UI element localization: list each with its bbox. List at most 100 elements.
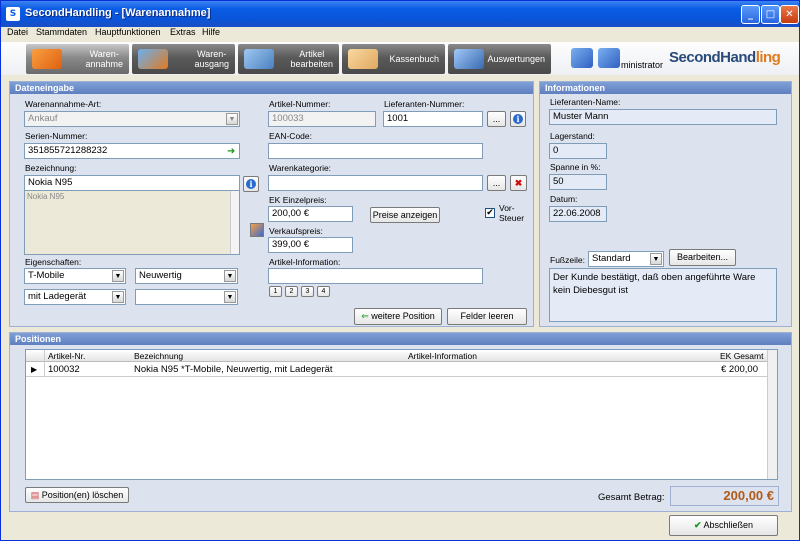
chevron-down-icon[interactable]: ▼ [226, 113, 238, 125]
bearbeiten-button[interactable]: Bearbeiten... [669, 249, 736, 266]
menu-extras[interactable]: Extras [170, 27, 196, 37]
positionen-loeschen-button[interactable]: ▤ Position(en) löschen [25, 487, 129, 503]
column-header[interactable]: EK Gesamt [720, 351, 763, 361]
column-header[interactable]: Artikel-Information [408, 351, 477, 361]
warenkategorie-input[interactable] [268, 175, 483, 191]
minimize-button[interactable]: _ [741, 5, 760, 24]
button-label: Abschließen [703, 520, 754, 530]
logo-text-accent: ling [755, 49, 781, 66]
abschliessen-button[interactable]: ✔ Abschließen [669, 515, 778, 536]
art-select[interactable]: Ankauf ▼ [24, 111, 240, 127]
bezeichnung-label: Bezeichnung: [25, 163, 77, 173]
artikelinfo-input[interactable] [268, 268, 483, 284]
column-header[interactable]: Bezeichnung [134, 351, 183, 361]
table-row[interactable]: ▶ 100032 Nokia N95 *T-Mobile, Neuwertig,… [26, 362, 777, 377]
user-switch-icon[interactable] [571, 48, 593, 68]
eigenschaft-1-select[interactable]: T-Mobile ▼ [24, 268, 126, 284]
toolbar-label: Auswertungen [487, 54, 545, 64]
select-value: T-Mobile [28, 270, 65, 281]
felder-leeren-button[interactable]: Felder leeren [447, 308, 527, 325]
chevron-down-icon[interactable]: ▼ [112, 291, 124, 303]
lieferantenname-field: Muster Mann [549, 109, 777, 125]
info-icon: i [513, 114, 523, 124]
lieferant-search-button[interactable]: ... [487, 111, 506, 127]
lagerstand-field: 0 [549, 143, 607, 159]
page-2-button[interactable]: 2 [285, 286, 298, 297]
panel-header: Informationen [540, 82, 791, 94]
page-4-button[interactable]: 4 [317, 286, 330, 297]
page-1-button[interactable]: 1 [269, 286, 282, 297]
toolbar-label: Waren- [89, 49, 119, 59]
select-value: mit Ladegerät [28, 291, 87, 302]
list-item[interactable]: Nokia N95 [27, 192, 64, 201]
dateneingabe-panel: Dateneingabe Warenannahme-Art: Ankauf ▼ S… [9, 81, 534, 327]
admin-icon[interactable] [598, 48, 620, 68]
ean-input[interactable] [268, 143, 483, 159]
preise-anzeigen-button[interactable]: Preise anzeigen [370, 207, 440, 223]
eigenschaft-2-select[interactable]: Neuwertig ▼ [135, 268, 238, 284]
menu-hauptfunktionen[interactable]: Hauptfunktionen [95, 27, 161, 37]
page-3-button[interactable]: 3 [301, 286, 314, 297]
vorsteuer-checkbox[interactable]: ✔ [485, 208, 495, 218]
eigenschaft-4-select[interactable]: ▼ [135, 289, 238, 305]
vk-input[interactable]: 399,00 € [268, 237, 353, 253]
check-icon: ✔ [693, 520, 702, 530]
serien-input[interactable]: 351855721288232 [24, 143, 240, 159]
toolbar-artikel-bearbeiten-button[interactable]: Artikel bearbeiten [238, 44, 339, 74]
menu-hilfe[interactable]: Hilfe [202, 27, 220, 37]
lieferant-info-button[interactable]: i [510, 111, 526, 127]
bezeichnung-info-button[interactable]: i [243, 176, 259, 192]
delete-icon[interactable]: ✖ [510, 175, 527, 191]
eigenschaft-3-select[interactable]: mit Ladegerät ▼ [24, 289, 126, 305]
fusszeile-select[interactable]: Standard ▼ [588, 251, 664, 267]
column-header[interactable]: Artikel-Nr. [48, 351, 85, 361]
fusszeile-text[interactable]: Der Kunde bestätigt, daß oben angeführte… [549, 268, 777, 322]
chevron-down-icon[interactable]: ▼ [112, 270, 124, 282]
chevron-down-icon[interactable]: ▼ [650, 253, 662, 265]
spanne-label: Spanne in %: [550, 162, 601, 172]
calculator-icon[interactable] [250, 223, 264, 237]
go-arrow-icon[interactable]: ➜ [227, 146, 235, 157]
list-scrollbar[interactable] [230, 191, 239, 254]
weitere-position-button[interactable]: ⇐ weitere Position [354, 308, 442, 325]
menu-datei[interactable]: Datei [7, 27, 28, 37]
vk-label: Verkaufspreis: [269, 226, 323, 236]
lieferantennummer-input[interactable]: 1001 [383, 111, 483, 127]
positionen-table[interactable]: Artikel-Nr. Bezeichnung Artikel-Informat… [25, 349, 778, 480]
panel-header: Dateneingabe [10, 82, 533, 94]
datum-label: Datum: [550, 194, 578, 204]
toolbar-auswertungen-button[interactable]: Auswertungen [448, 44, 551, 74]
main-window: S SecondHandling - [Warenannahme] _ □ ✕ … [0, 0, 800, 541]
toolbar-label: Waren- [197, 49, 227, 59]
toolbar-warenannahme-button[interactable]: Waren-annahme [26, 44, 129, 74]
info-icon: i [246, 179, 256, 189]
maximize-button[interactable]: □ [761, 5, 780, 24]
informationen-panel: Informationen Lieferanten-Name: Muster M… [539, 81, 792, 327]
logo-text: SecondHand [669, 49, 756, 66]
serien-label: Serien-Nummer: [25, 131, 88, 141]
chevron-down-icon[interactable]: ▼ [224, 270, 236, 282]
toolbar-warenausgang-button[interactable]: Waren-ausgang [132, 44, 235, 74]
bezeichnung-list[interactable]: Nokia N95 [24, 190, 240, 255]
artikelnummer-label: Artikel-Nummer: [269, 99, 331, 109]
warenausgang-icon [138, 49, 168, 69]
menu-stammdaten[interactable]: Stammdaten [36, 27, 87, 37]
panel-header: Positionen [10, 333, 791, 345]
add-icon: ⇐ [361, 311, 369, 321]
table-scrollbar[interactable] [767, 350, 777, 479]
chevron-down-icon[interactable]: ▼ [224, 291, 236, 303]
bezeichnung-input[interactable]: Nokia N95 [24, 175, 240, 191]
spanne-field: 50 [549, 174, 607, 190]
artikelnummer-input[interactable]: 100033 [268, 111, 376, 127]
close-window-button[interactable]: ✕ [780, 5, 799, 24]
toolbar-label: ausgang [194, 59, 229, 69]
kassenbuch-icon [348, 49, 378, 69]
kategorie-search-button[interactable]: ... [487, 175, 506, 191]
lieferantennummer-label: Lieferanten-Nummer: [384, 99, 465, 109]
toolbar-label: bearbeiten [290, 59, 333, 69]
ek-input[interactable]: 200,00 € [268, 206, 353, 222]
toolbar-kassenbuch-button[interactable]: Kassenbuch [342, 44, 445, 74]
delete-rows-icon: ▤ [30, 490, 40, 500]
eigenschaften-label: Eigenschaften: [25, 257, 82, 267]
auswertungen-icon [454, 49, 484, 69]
